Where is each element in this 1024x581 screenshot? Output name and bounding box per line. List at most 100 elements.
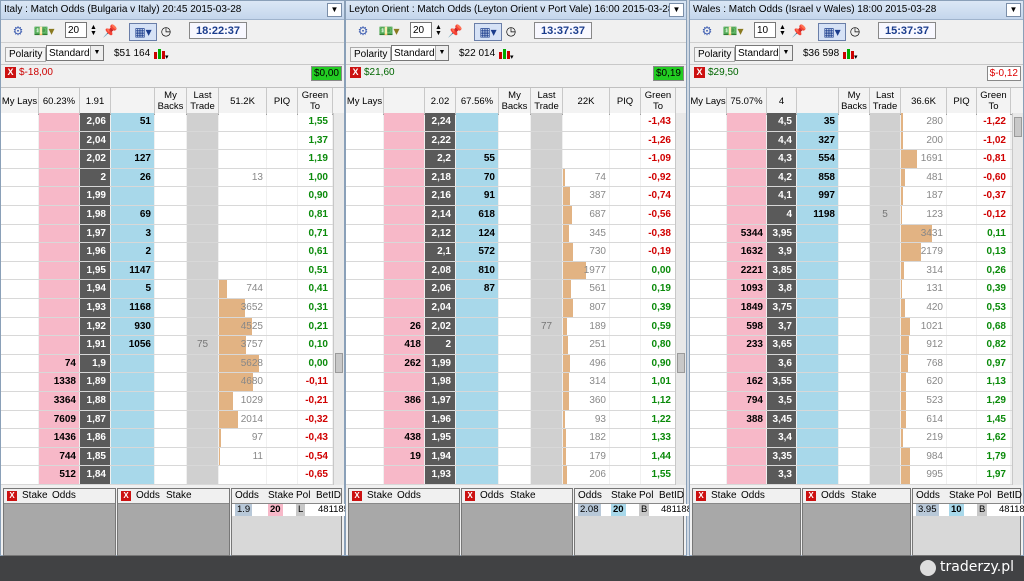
cell-mb[interactable] <box>839 261 869 280</box>
cell-mb[interactable] <box>155 410 186 429</box>
cell-layq[interactable] <box>727 206 766 224</box>
pin-icon[interactable]: 📌 <box>101 23 119 39</box>
cell-layq[interactable] <box>39 317 79 336</box>
cell-mb[interactable] <box>499 317 530 336</box>
cell-backq[interactable] <box>456 410 498 429</box>
title-dropdown-button[interactable]: ▼ <box>327 3 342 17</box>
cell-layq[interactable]: 233 <box>727 336 766 354</box>
cell-backq[interactable] <box>111 187 154 205</box>
cell-layq[interactable] <box>384 131 424 150</box>
cell-mb[interactable] <box>499 466 530 484</box>
cell-lay[interactable] <box>1 466 38 484</box>
ladder-scrollbar[interactable] <box>333 113 344 485</box>
scrollbar-thumb[interactable] <box>1014 117 1022 137</box>
cell-layq[interactable]: 388 <box>727 410 766 429</box>
cell-lay[interactable] <box>690 243 726 261</box>
chart-icon[interactable]: ▾ <box>498 46 514 61</box>
cell-layq[interactable] <box>727 113 766 131</box>
cell-mb[interactable] <box>839 410 869 429</box>
cell-layq[interactable] <box>384 299 424 317</box>
cell-lay[interactable] <box>1 317 38 336</box>
cell-lay[interactable] <box>1 243 38 261</box>
cell-backq[interactable]: 930 <box>111 317 154 336</box>
cell-backq[interactable] <box>797 243 838 261</box>
cell-layq[interactable] <box>39 336 79 354</box>
cell-mb[interactable] <box>155 354 186 373</box>
cell-mb[interactable] <box>499 392 530 410</box>
close-icon[interactable]: X <box>7 491 17 501</box>
cell-layq[interactable] <box>39 224 79 243</box>
ladder-scrollbar[interactable] <box>1012 113 1023 485</box>
cell-lay[interactable] <box>346 336 383 354</box>
cell-mb[interactable] <box>499 429 530 447</box>
cell-backq[interactable] <box>456 354 498 373</box>
cell-backq[interactable] <box>456 336 498 354</box>
cell-layq[interactable]: 162 <box>727 373 766 391</box>
cell-layq[interactable]: 1436 <box>39 429 79 447</box>
cell-lay[interactable] <box>1 447 38 466</box>
pin-icon[interactable]: 📌 <box>446 23 464 39</box>
pin-icon[interactable]: 📌 <box>790 23 808 39</box>
cell-mb[interactable] <box>839 429 869 447</box>
cell-mb[interactable] <box>155 131 186 150</box>
cell-lay[interactable] <box>1 187 38 205</box>
cell-layq[interactable]: 744 <box>39 447 79 466</box>
cell-lay[interactable] <box>346 410 383 429</box>
cell-layq[interactable] <box>384 410 424 429</box>
cell-backq[interactable] <box>111 447 154 466</box>
cell-lay[interactable] <box>346 299 383 317</box>
cell-layq[interactable] <box>384 150 424 168</box>
cell-mb[interactable] <box>155 243 186 261</box>
ladder-view-icon[interactable]: ▦▾ <box>474 23 502 41</box>
stake-input[interactable]: 20 <box>65 22 87 38</box>
cell-layq[interactable]: 1849 <box>727 299 766 317</box>
cell-backq[interactable] <box>456 299 498 317</box>
cell-mb[interactable] <box>499 336 530 354</box>
cell-mb[interactable] <box>839 224 869 243</box>
money-icon[interactable]: 💵▾ <box>720 23 746 39</box>
cell-backq[interactable] <box>797 280 838 298</box>
cell-mb[interactable] <box>499 224 530 243</box>
title-dropdown-button[interactable]: ▼ <box>669 3 684 17</box>
cell-lay[interactable] <box>1 261 38 280</box>
cell-backq[interactable] <box>111 410 154 429</box>
title-dropdown-button[interactable]: ▼ <box>1006 3 1021 17</box>
cell-backq[interactable] <box>797 466 838 484</box>
cell-lay[interactable] <box>690 168 726 187</box>
cell-lay[interactable] <box>346 466 383 484</box>
cell-backq[interactable] <box>111 373 154 391</box>
clock-icon[interactable]: ◷ <box>502 23 520 39</box>
cell-backq[interactable] <box>111 354 154 373</box>
cell-backq[interactable]: 618 <box>456 206 498 224</box>
cell-lay[interactable] <box>690 150 726 168</box>
cell-lay[interactable] <box>690 299 726 317</box>
cell-backq[interactable] <box>797 317 838 336</box>
stake-spinner[interactable]: ▲ ▼ <box>435 24 442 37</box>
cell-lay[interactable] <box>1 299 38 317</box>
cell-mb[interactable] <box>839 354 869 373</box>
cell-backq[interactable]: 26 <box>111 168 154 187</box>
cell-mb[interactable] <box>839 373 869 391</box>
settings-gear-icon[interactable]: ⚙ <box>698 23 716 39</box>
cell-lay[interactable] <box>346 131 383 150</box>
cell-mb[interactable] <box>499 299 530 317</box>
cell-backq[interactable] <box>797 410 838 429</box>
cell-mb[interactable] <box>839 168 869 187</box>
cell-backq[interactable] <box>456 113 498 131</box>
cell-layq[interactable] <box>727 168 766 187</box>
cell-mb[interactable] <box>155 373 186 391</box>
polarity-select[interactable]: Standard ▼ <box>391 45 449 61</box>
cell-lay[interactable] <box>690 410 726 429</box>
clock-icon[interactable]: ◷ <box>157 23 175 39</box>
cell-backq[interactable]: 2 <box>111 243 154 261</box>
cell-lay[interactable] <box>346 447 383 466</box>
cell-backq[interactable]: 87 <box>456 280 498 298</box>
cell-layq[interactable] <box>384 280 424 298</box>
cell-lay[interactable] <box>1 410 38 429</box>
cell-layq[interactable]: 5344 <box>727 224 766 243</box>
cell-lay[interactable] <box>1 429 38 447</box>
cell-backq[interactable]: 124 <box>456 224 498 243</box>
cell-layq[interactable] <box>39 150 79 168</box>
cell-mb[interactable] <box>155 261 186 280</box>
green-up-value[interactable]: $0,19 <box>652 66 684 81</box>
